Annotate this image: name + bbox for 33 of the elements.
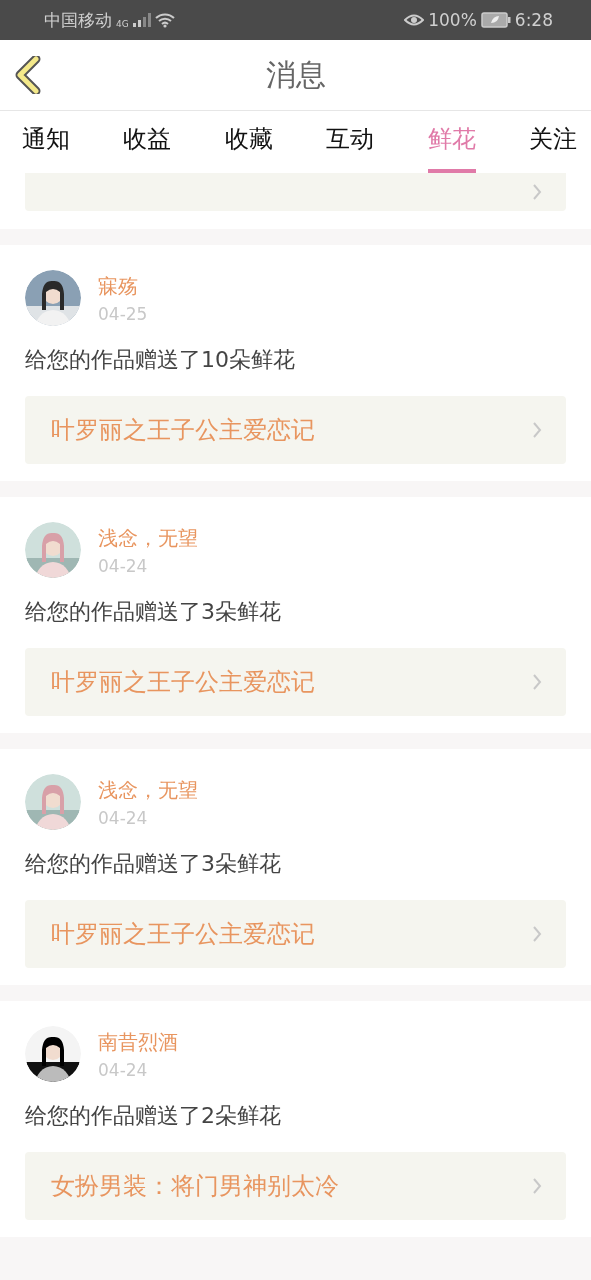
book-link[interactable]: 叶罗丽之王子公主爱恋记 — [25, 900, 566, 968]
message-text: 给您的作品赠送了10朵鲜花 — [25, 346, 296, 374]
network-type: 4G — [116, 18, 129, 29]
tab[interactable]: 互动 — [326, 111, 375, 173]
chevron-icon — [532, 183, 542, 201]
eye-icon — [404, 13, 425, 27]
chevron-icon — [532, 673, 542, 691]
wifi-icon — [154, 12, 175, 28]
book-link[interactable]: 叶罗丽之王子公主爱恋记 — [25, 648, 566, 716]
tab[interactable]: 关注 — [528, 111, 577, 173]
user-name[interactable]: 浅念，无望 — [98, 525, 198, 552]
clock: 6:28 — [514, 10, 553, 30]
tab[interactable]: 通知 — [22, 111, 70, 173]
back-button[interactable] — [14, 56, 42, 94]
back-icon — [14, 56, 42, 94]
battery-icon — [480, 12, 511, 28]
tab[interactable]: 收藏 — [224, 111, 273, 173]
message-text: 给您的作品赠送了2朵鲜花 — [25, 1102, 282, 1130]
user-name[interactable]: 南昔烈酒 — [98, 1029, 178, 1056]
chevron-icon — [532, 421, 542, 439]
chevron-icon — [532, 1177, 542, 1195]
message-text: 给您的作品赠送了3朵鲜花 — [25, 598, 282, 626]
user-name[interactable]: 寐殇 — [98, 273, 148, 300]
book-link[interactable]: 女扮男装：将门男神别太冷 — [25, 1152, 566, 1220]
message-text: 给您的作品赠送了3朵鲜花 — [25, 850, 282, 878]
battery-percent: 100% — [428, 10, 477, 30]
carrier-name: 中国移动 — [44, 8, 112, 32]
page-title: 消息 — [265, 55, 326, 94]
book-link[interactable]: 叶罗丽之王子公主爱恋记 — [25, 396, 566, 464]
user-name[interactable]: 浅念，无望 — [98, 777, 198, 804]
chevron-icon — [532, 925, 542, 943]
signal-icon — [132, 13, 151, 27]
tab[interactable]: 收益 — [123, 111, 172, 173]
